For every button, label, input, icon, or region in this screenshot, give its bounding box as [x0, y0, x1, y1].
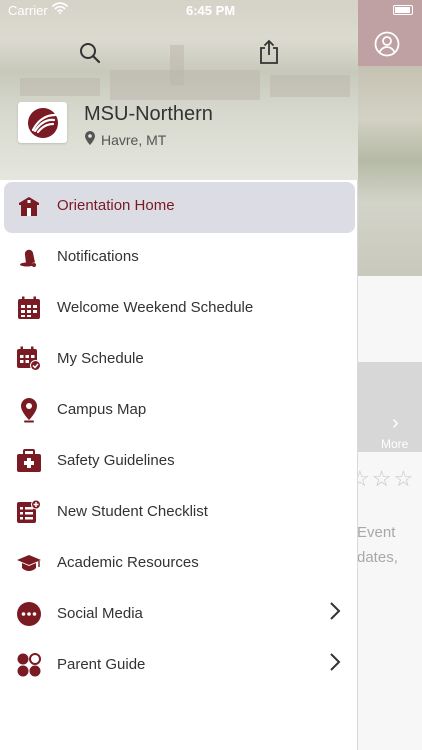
- card-more-label: More: [381, 437, 409, 451]
- search-icon[interactable]: [77, 40, 103, 66]
- rating-stars: ☆☆☆: [350, 466, 416, 491]
- carrier-label: Carrier: [8, 3, 48, 18]
- menu-item-label: New Student Checklist: [57, 503, 208, 520]
- checklist-icon: [16, 499, 42, 525]
- calendar-grid-icon: [16, 295, 42, 321]
- battery-icon: [393, 5, 413, 15]
- school-house-icon: [16, 193, 42, 219]
- menu-item-label: My Schedule: [57, 350, 144, 367]
- menu-item-label: Safety Guidelines: [57, 452, 175, 469]
- menu-item-label: Parent Guide: [57, 656, 146, 673]
- menu-item-label: Campus Map: [57, 401, 147, 418]
- menu-item-academic-resources[interactable]: Academic Resources: [0, 537, 358, 588]
- menu-item-new-student-checklist[interactable]: New Student Checklist: [0, 486, 358, 537]
- navigation-drawer: Carrier 6:45 PM MSU-Northern Havre, MT O…: [0, 0, 358, 750]
- menu-item-label: Notifications: [57, 248, 139, 265]
- menu-item-parent-guide[interactable]: Parent Guide: [0, 639, 358, 690]
- map-pin-icon: [16, 397, 42, 423]
- calendar-check-icon: [16, 346, 42, 372]
- location: Havre, MT: [85, 131, 166, 148]
- time-label: 6:45 PM: [186, 3, 236, 18]
- menu-item-campus-map[interactable]: Campus Map: [0, 384, 358, 435]
- four-circles-icon: [16, 652, 42, 678]
- app-title: MSU-Northern: [84, 103, 213, 125]
- bell-icon: [16, 244, 42, 270]
- background-text: Event dates,: [357, 524, 398, 566]
- status-bar: Carrier 6:45 PM: [0, 0, 358, 22]
- menu-item-safety-guidelines[interactable]: Safety Guidelines: [0, 435, 358, 486]
- menu-item-label: Academic Resources: [57, 554, 199, 571]
- background-hero-image: [358, 66, 422, 276]
- share-icon[interactable]: [256, 39, 282, 65]
- menu-item-label: Orientation Home: [57, 197, 175, 214]
- ellipsis-circle-icon: [16, 601, 42, 627]
- chevron-right-icon: [327, 652, 341, 677]
- drawer-header: Carrier 6:45 PM MSU-Northern Havre, MT: [0, 0, 358, 180]
- chevron-right-icon: ›: [392, 412, 399, 434]
- graduation-cap-icon: [16, 550, 42, 576]
- drawer-menu: Orientation Home Notifications Welcome W…: [0, 180, 358, 690]
- account-icon[interactable]: [374, 31, 400, 57]
- menu-item-orientation-home[interactable]: Orientation Home: [0, 180, 358, 233]
- menu-item-social-media[interactable]: Social Media: [0, 588, 358, 639]
- chevron-right-icon: [327, 601, 341, 626]
- menu-item-label: Social Media: [57, 605, 143, 622]
- background-card[interactable]: › More: [358, 362, 422, 452]
- first-aid-kit-icon: [16, 448, 42, 474]
- menu-item-welcome-weekend-schedule[interactable]: Welcome Weekend Schedule: [0, 282, 358, 333]
- menu-item-my-schedule[interactable]: My Schedule: [0, 333, 358, 384]
- menu-item-notifications[interactable]: Notifications: [0, 231, 358, 282]
- menu-item-label: Welcome Weekend Schedule: [57, 299, 254, 316]
- university-logo: [18, 102, 67, 143]
- location-label: Havre, MT: [101, 131, 167, 148]
- wifi-icon: [52, 2, 68, 17]
- location-pin-icon: [85, 131, 95, 148]
